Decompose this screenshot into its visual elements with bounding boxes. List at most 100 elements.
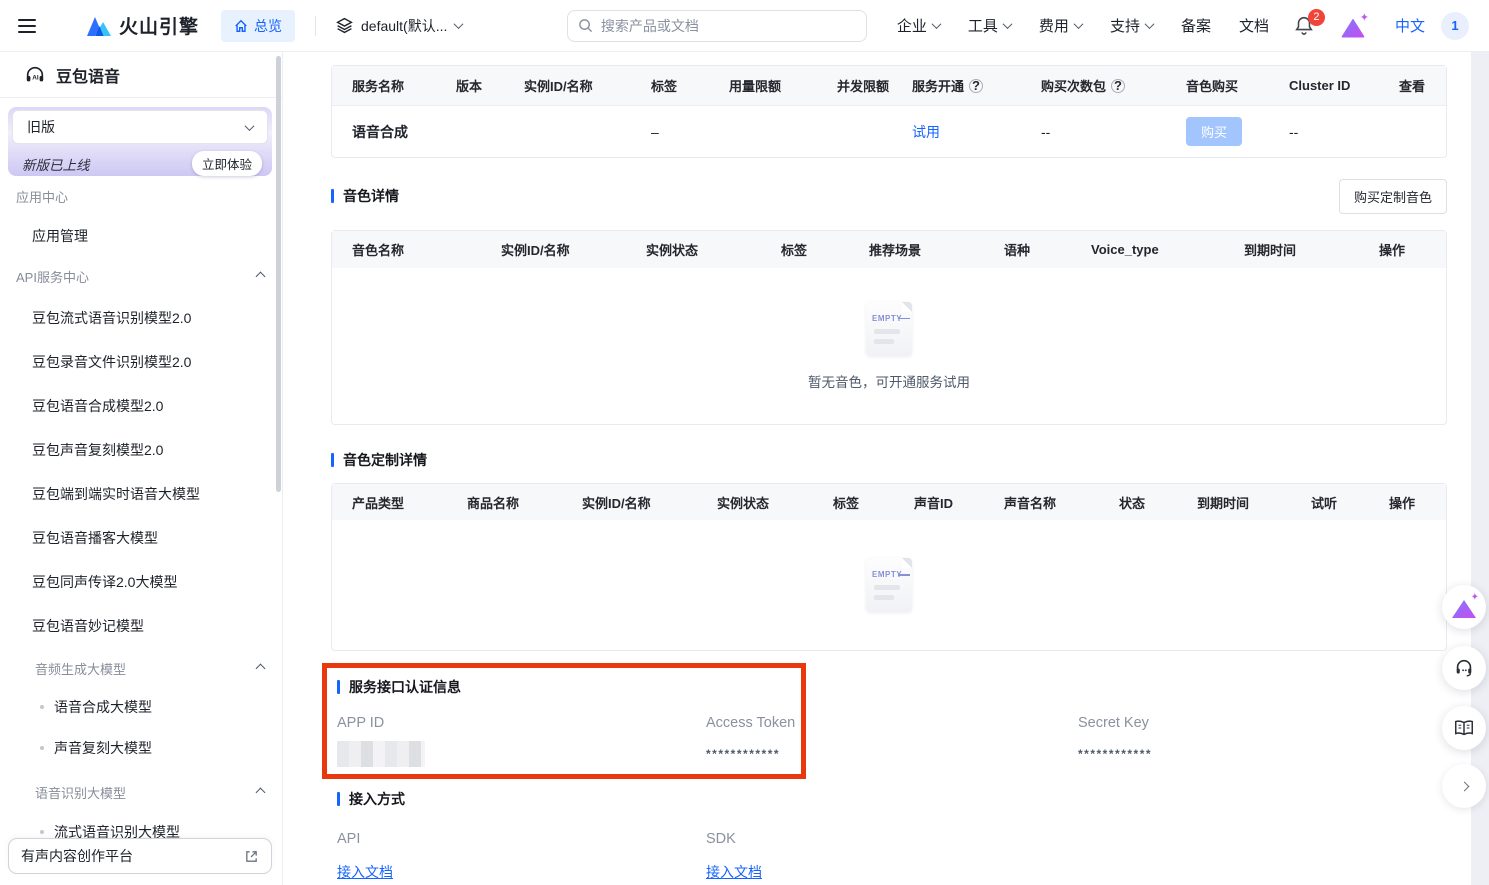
section-label-asr[interactable]: 语音识别大模型	[0, 770, 282, 814]
section-label-app-center: 应用中心	[0, 176, 282, 216]
col-header: 产品类型	[352, 493, 467, 512]
search-box[interactable]	[567, 10, 867, 42]
notifications-button[interactable]: 2	[1293, 13, 1317, 39]
version-selector[interactable]: 旧版	[12, 110, 268, 144]
menu-label: 工具	[968, 15, 998, 36]
project-selector[interactable]: default(默认...	[336, 16, 462, 36]
sidebar-item-label: 声音复刻大模型	[54, 738, 152, 758]
sidebar-item-model-7[interactable]: 豆包语音妙记模型	[0, 604, 282, 648]
hamburger-menu-icon[interactable]	[18, 19, 36, 33]
buy-button[interactable]: 购买	[1186, 117, 1242, 146]
chevron-up-icon	[256, 787, 266, 797]
sidebar-nav: 应用中心 应用管理 API服务中心 豆包流式语音识别模型2.0 豆包录音文件识别…	[0, 176, 282, 850]
sidebar-item-model-2[interactable]: 豆包语音合成模型2.0	[0, 384, 282, 428]
custom-table: 产品类型 商品名称 实例ID/名称 实例状态 标签 声音ID 声音名称 状态 到…	[331, 483, 1447, 651]
custom-section-title: 音色定制详情	[331, 450, 427, 470]
menu-enterprise[interactable]: 企业	[883, 15, 954, 36]
col-header: 实例状态	[717, 493, 833, 512]
sidebar-item-tts-large[interactable]: 语音合成大模型	[0, 688, 282, 726]
divider	[315, 16, 316, 36]
col-header: 实例ID/名称	[501, 240, 646, 259]
chevron-down-icon	[1002, 19, 1012, 29]
chevron-right-icon	[1459, 781, 1469, 791]
overview-button[interactable]: 总览	[221, 10, 295, 42]
section-label-text: 音频生成大模型	[35, 659, 126, 678]
external-link-icon	[244, 849, 259, 864]
headset-icon	[1453, 657, 1475, 679]
voice-section-title: 音色详情	[331, 186, 399, 206]
volcengine-logo-icon	[86, 15, 112, 37]
user-avatar[interactable]: 1	[1441, 12, 1469, 40]
access-items: API 接入文档 SDK 接入文档	[337, 831, 1447, 882]
layers-icon	[336, 17, 353, 34]
sdk-doc-link[interactable]: 接入文档	[706, 862, 762, 882]
section-label-text: API服务中心	[16, 267, 89, 286]
sidebar-item-model-5[interactable]: 豆包语音播客大模型	[0, 516, 282, 560]
access-token-value: ************	[706, 747, 1078, 761]
documentation-fab[interactable]	[1442, 706, 1486, 750]
empty-doc-icon: EMPTY	[866, 558, 912, 612]
menu-billing[interactable]: 费用	[1025, 15, 1096, 36]
custom-table-empty-state: EMPTY	[332, 520, 1446, 650]
menu-label: 费用	[1039, 15, 1069, 36]
link-icp-filing[interactable]: 备案	[1167, 15, 1225, 36]
menu-label: 支持	[1110, 15, 1140, 36]
language-switch[interactable]: 中文	[1395, 15, 1425, 36]
bullet-icon	[40, 830, 44, 834]
menu-support[interactable]: 支持	[1096, 15, 1167, 36]
sidebar-scrollbar[interactable]	[276, 56, 281, 492]
help-icon[interactable]: ?	[1111, 79, 1125, 93]
customer-service-fab[interactable]	[1442, 646, 1486, 690]
ai-mountain-icon: ✦	[1452, 597, 1476, 617]
col-header: 试听	[1311, 493, 1389, 512]
chevron-up-icon	[256, 663, 266, 673]
chevron-down-icon	[454, 19, 464, 29]
col-header: 推荐场景	[869, 240, 1004, 259]
section-label-api-center[interactable]: API服务中心	[0, 256, 282, 296]
page-scrollbar-track[interactable]	[1471, 52, 1489, 885]
top-navbar: 火山引擎 总览 default(默认... 企业 工具 费用	[0, 0, 1489, 52]
cell-tag: –	[651, 124, 729, 140]
sidebar-item-voice-clone-large[interactable]: 声音复刻大模型	[0, 726, 282, 770]
menu-tools[interactable]: 工具	[954, 15, 1025, 36]
col-header: 音色名称	[352, 240, 501, 259]
help-icon[interactable]: ?	[969, 79, 983, 93]
audio-creation-platform-link[interactable]: 有声内容创作平台	[8, 838, 272, 874]
ai-assistant-icon[interactable]: ✦	[1341, 15, 1367, 37]
buy-custom-voice-button[interactable]: 购买定制音色	[1339, 179, 1447, 214]
sidebar-item-model-0[interactable]: 豆包流式语音识别模型2.0	[0, 296, 282, 340]
sidebar-item-model-4[interactable]: 豆包端到端实时语音大模型	[0, 472, 282, 516]
auth-section-title: 服务接口认证信息	[337, 663, 1447, 697]
api-access-item: API 接入文档	[337, 831, 706, 882]
col-header: 服务名称	[352, 76, 456, 95]
sidebar-item-model-3[interactable]: 豆包声音复刻模型2.0	[0, 428, 282, 472]
sidebar-item-model-6[interactable]: 豆包同声传译2.0大模型	[0, 560, 282, 604]
auth-section: 服务接口认证信息 APP ID Access Token ***********…	[331, 663, 1447, 779]
col-header: 操作	[1379, 240, 1446, 259]
secret-key-value: ************	[1078, 747, 1152, 761]
sidebar: AI 豆包语音 旧版 新版已上线 立即体验 应用中心 应用管理 API服务中心 …	[0, 52, 283, 885]
try-now-button[interactable]: 立即体验	[192, 151, 262, 176]
col-header: 标签	[781, 240, 869, 259]
col-header: 并发限额	[837, 76, 912, 95]
link-docs[interactable]: 文档	[1225, 15, 1283, 36]
ai-assistant-fab[interactable]: ✦	[1442, 585, 1486, 629]
col-header: 标签	[651, 76, 729, 95]
open-book-icon	[1453, 717, 1475, 739]
sidebar-header: AI 豆包语音	[0, 52, 282, 98]
col-header: Cluster ID	[1289, 78, 1399, 93]
chevron-up-icon	[256, 271, 266, 281]
sidebar-item-app-management[interactable]: 应用管理	[0, 216, 282, 256]
collapse-panel-fab[interactable]	[1442, 764, 1486, 808]
brand-logo[interactable]: 火山引擎	[86, 12, 199, 39]
voice-table-empty-state: EMPTY 暂无音色，可开通服务试用	[332, 268, 1446, 424]
api-label: API	[337, 831, 706, 847]
col-header: 到期时间	[1197, 493, 1311, 512]
col-header: 音色购买	[1186, 76, 1289, 95]
section-label-audio-gen[interactable]: 音频生成大模型	[0, 648, 282, 688]
trial-link[interactable]: 试用	[912, 124, 940, 140]
sidebar-item-model-1[interactable]: 豆包录音文件识别模型2.0	[0, 340, 282, 384]
api-doc-link[interactable]: 接入文档	[337, 862, 393, 882]
search-input[interactable]	[601, 18, 856, 34]
main-content: 服务名称 版本 实例ID/名称 标签 用量限额 并发限额 服务开通 ? 购买次数…	[283, 52, 1489, 885]
